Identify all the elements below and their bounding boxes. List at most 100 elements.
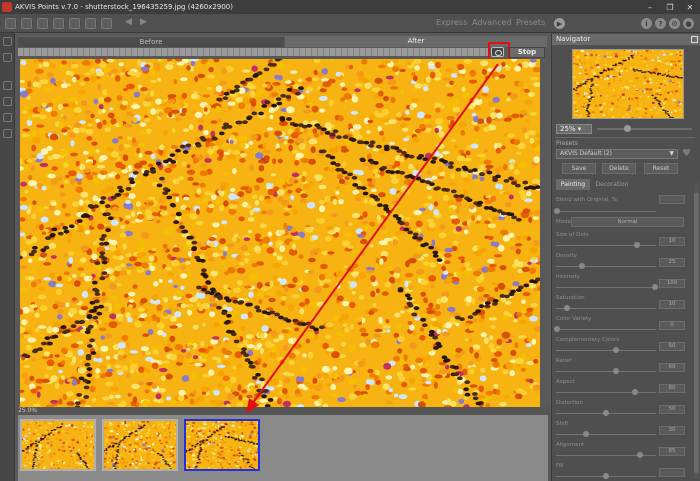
param-value-box[interactable]: 60 bbox=[659, 342, 685, 351]
app-logo-icon bbox=[2, 2, 12, 12]
param-slider-handle[interactable] bbox=[652, 284, 658, 290]
param-label: Saturation bbox=[556, 295, 585, 301]
param-slider-handle[interactable] bbox=[554, 326, 560, 332]
param-slider[interactable] bbox=[556, 245, 656, 246]
reset-preset-button[interactable]: Reset bbox=[644, 163, 678, 174]
param-slider-handle[interactable] bbox=[637, 452, 643, 458]
param-label: Aspect bbox=[556, 379, 575, 385]
hand-tool-icon[interactable] bbox=[3, 113, 12, 122]
mode-advanced[interactable]: Advanced bbox=[472, 18, 512, 27]
save-file-icon[interactable] bbox=[21, 18, 32, 29]
param-value-box[interactable]: 50 bbox=[659, 405, 685, 414]
zoom-slider-track[interactable] bbox=[597, 128, 692, 130]
param-slider[interactable] bbox=[556, 392, 656, 393]
param-label: Distortion bbox=[556, 400, 583, 406]
param-slider[interactable] bbox=[556, 350, 656, 351]
param-slider-handle[interactable] bbox=[613, 368, 619, 374]
brush-tool-icon[interactable] bbox=[3, 37, 12, 46]
blend-slider[interactable] bbox=[556, 211, 656, 212]
tab-before[interactable]: Before bbox=[18, 36, 284, 47]
snapshot-thumbnail[interactable] bbox=[102, 419, 178, 471]
param-label: Density bbox=[556, 253, 577, 259]
maximize-button[interactable]: ❐ bbox=[660, 0, 680, 14]
tab-decoration[interactable]: Decoration bbox=[592, 179, 632, 190]
preset-dropdown[interactable]: AKVIS Default (2) ▼ bbox=[556, 149, 678, 159]
param-value-box[interactable]: 25 bbox=[659, 258, 685, 267]
snapshot-icon[interactable] bbox=[85, 18, 96, 29]
param-value-box[interactable]: 10 bbox=[659, 300, 685, 309]
divider bbox=[555, 137, 695, 138]
close-button[interactable]: ✕ bbox=[680, 0, 700, 14]
redo-icon[interactable]: ▶ bbox=[140, 17, 147, 27]
param-slider[interactable] bbox=[556, 434, 656, 435]
notification-icon[interactable]: ● bbox=[683, 18, 694, 29]
mode-select[interactable]: Normal bbox=[571, 217, 684, 227]
zoom-select[interactable]: 25% ▾ bbox=[556, 124, 592, 134]
param-value-box[interactable]: 80 bbox=[659, 384, 685, 393]
minimize-button[interactable]: – bbox=[640, 0, 660, 14]
param-slider-handle[interactable] bbox=[613, 347, 619, 353]
info-icon[interactable]: i bbox=[641, 18, 652, 29]
main-toolbar: ◀ ▶ Express Advanced Presets ▶ i ? ⚙ ● bbox=[0, 14, 700, 33]
navigator-title: Navigator bbox=[556, 35, 591, 43]
param-value-box[interactable]: 10 bbox=[659, 237, 685, 246]
play-icon[interactable]: ▶ bbox=[554, 18, 565, 29]
tools-sidebar bbox=[0, 33, 15, 481]
param-slider[interactable] bbox=[556, 308, 656, 309]
panel-toggle-icon[interactable] bbox=[691, 36, 698, 43]
settings-icon[interactable]: ⚙ bbox=[669, 18, 680, 29]
eraser-tool-icon[interactable] bbox=[3, 81, 12, 90]
param-slider[interactable] bbox=[556, 287, 656, 288]
window-title: AKVIS Points v.7.0 - shutterstock_196435… bbox=[15, 3, 233, 11]
snapshot-strip bbox=[18, 415, 548, 481]
settings-panel: Navigator 25% ▾ Presets AKVIS Default (2… bbox=[551, 33, 700, 481]
param-value-box[interactable]: 30 bbox=[659, 426, 685, 435]
param-value-box[interactable]: 85 bbox=[659, 447, 685, 456]
undo-icon[interactable]: ◀ bbox=[125, 17, 132, 27]
param-slider-handle[interactable] bbox=[634, 242, 640, 248]
param-value-box[interactable] bbox=[659, 468, 685, 477]
param-slider-handle[interactable] bbox=[564, 305, 570, 311]
snapshot-thumbnail-selected[interactable] bbox=[184, 419, 260, 471]
param-value-box[interactable]: 60 bbox=[659, 363, 685, 372]
help-icon[interactable]: ? bbox=[655, 18, 666, 29]
param-label: Intensity bbox=[556, 274, 580, 280]
tab-painting[interactable]: Painting bbox=[556, 179, 590, 190]
param-slider[interactable] bbox=[556, 266, 656, 267]
save-preset-button[interactable]: Save bbox=[562, 163, 596, 174]
share-icon[interactable] bbox=[69, 18, 80, 29]
zoom-slider-handle[interactable] bbox=[624, 125, 631, 132]
stop-button[interactable]: Stop bbox=[509, 47, 545, 58]
zoom-tool-icon[interactable] bbox=[3, 129, 12, 138]
presets-label: Presets bbox=[556, 140, 578, 147]
title-bar: AKVIS Points v.7.0 - shutterstock_196435… bbox=[0, 0, 700, 14]
param-slider-handle[interactable] bbox=[579, 263, 585, 269]
param-slider-handle[interactable] bbox=[632, 389, 638, 395]
param-slider[interactable] bbox=[556, 371, 656, 372]
open-file-icon[interactable] bbox=[5, 18, 16, 29]
image-canvas[interactable] bbox=[20, 59, 540, 407]
delete-preset-button[interactable]: Delete bbox=[602, 163, 636, 174]
param-label: Alignment bbox=[556, 442, 585, 448]
param-slider-handle[interactable] bbox=[603, 473, 609, 479]
select-tool-icon[interactable] bbox=[3, 53, 12, 62]
snapshot-thumbnail[interactable] bbox=[20, 419, 96, 471]
batch-icon[interactable] bbox=[53, 18, 64, 29]
navigator-preview[interactable] bbox=[572, 49, 684, 119]
favorite-heart-icon[interactable]: ♥ bbox=[682, 149, 691, 159]
mode-presets[interactable]: Presets bbox=[516, 18, 545, 27]
param-slider-handle[interactable] bbox=[603, 410, 609, 416]
mode-express[interactable]: Express bbox=[436, 18, 467, 27]
print-icon[interactable] bbox=[37, 18, 48, 29]
param-slider-handle[interactable] bbox=[583, 431, 589, 437]
panel-scrollbar-thumb[interactable] bbox=[694, 193, 699, 473]
blend-value-box[interactable] bbox=[659, 195, 685, 204]
mode-label: Mode bbox=[556, 219, 571, 225]
param-value-box[interactable]: 0 bbox=[659, 321, 685, 330]
canvas-icon[interactable] bbox=[101, 18, 112, 29]
blend-slider-handle[interactable] bbox=[554, 208, 560, 214]
param-value-box[interactable]: 100 bbox=[659, 279, 685, 288]
param-slider[interactable] bbox=[556, 329, 656, 330]
stamp-tool-icon[interactable] bbox=[3, 97, 12, 106]
window-controls: – ❐ ✕ bbox=[640, 0, 700, 14]
